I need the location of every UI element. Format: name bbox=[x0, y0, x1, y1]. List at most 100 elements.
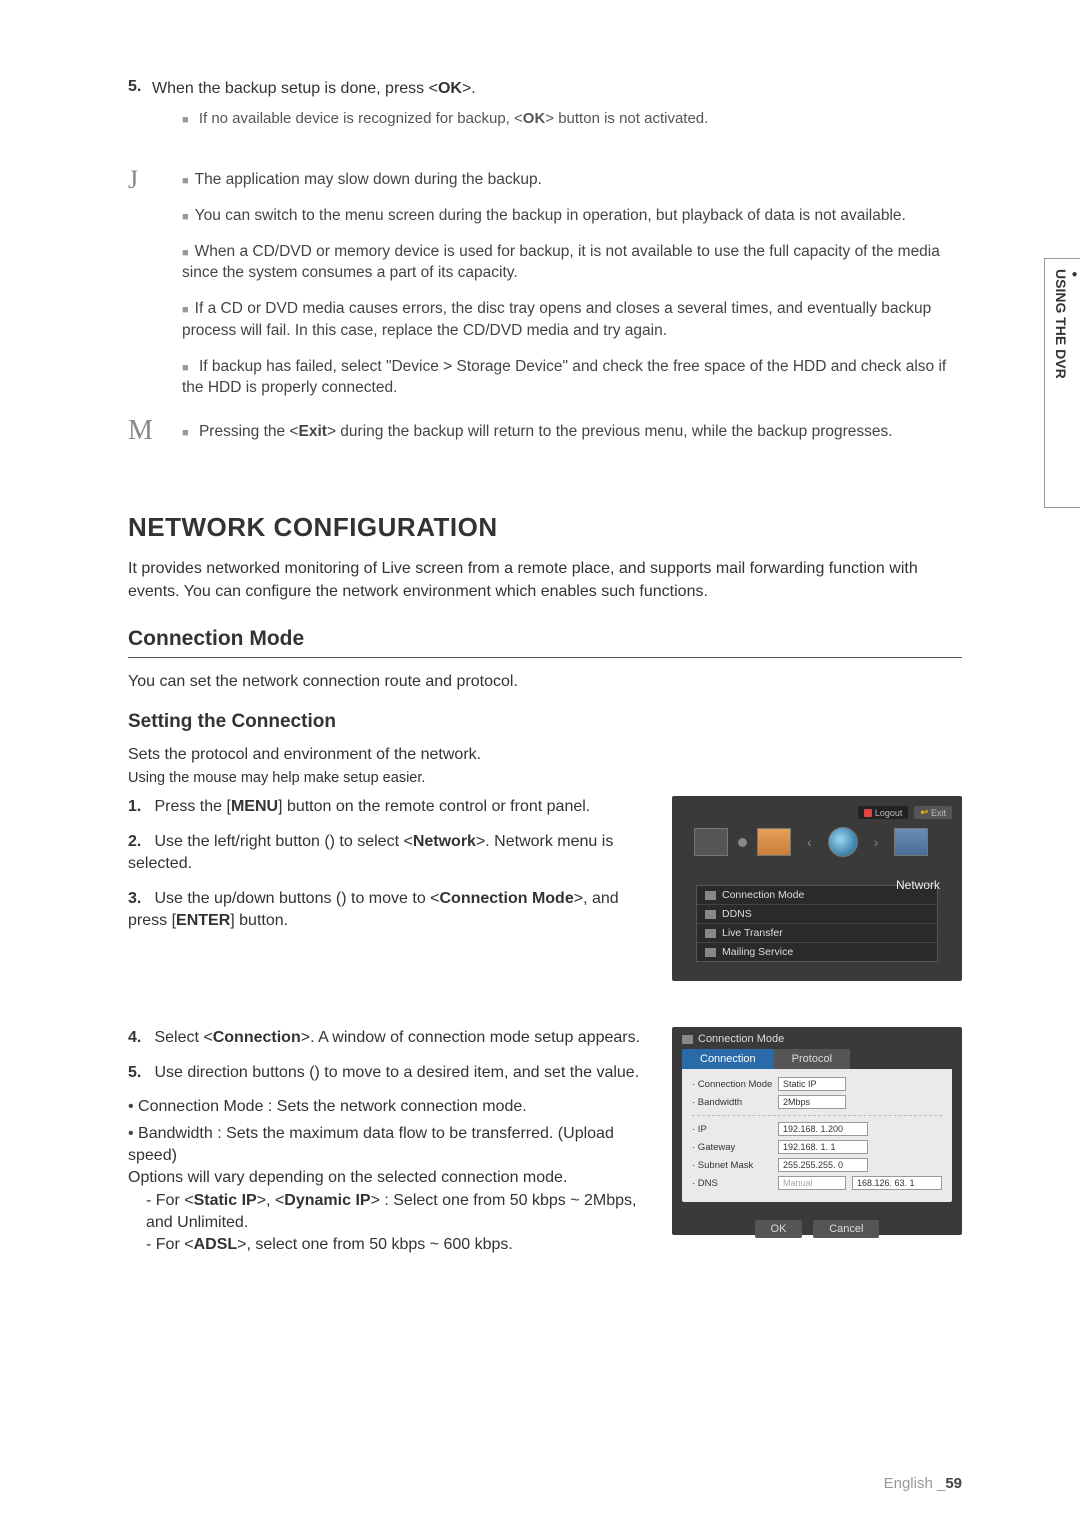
dialog-tabs: Connection Protocol bbox=[672, 1049, 962, 1069]
tab-connection[interactable]: Connection bbox=[682, 1049, 774, 1069]
step-4: 4. Select <Connection>. A window of conn… bbox=[128, 1027, 650, 1049]
row-gateway: · Gateway 192.168. 1. 1 bbox=[692, 1140, 942, 1154]
step-number: 2. bbox=[128, 831, 150, 853]
step-3: 3. Use the up/down buttons () to move to… bbox=[128, 888, 650, 933]
bandwidth-select[interactable]: 2Mbps bbox=[778, 1095, 846, 1109]
network-label: Network bbox=[413, 833, 476, 850]
note-text: When a CD/DVD or memory device is used f… bbox=[182, 243, 940, 282]
step-5-text: When the backup setup is done, press <OK… bbox=[152, 78, 962, 100]
network-submenu: Connection Mode DDNS Live Transfer Maili… bbox=[696, 885, 938, 962]
menu-icon-2[interactable] bbox=[757, 828, 791, 856]
ok-label: OK bbox=[438, 80, 462, 97]
ok-button[interactable]: OK bbox=[755, 1220, 803, 1238]
text-fragment: Device > Storage Device bbox=[391, 358, 562, 375]
step-number: 3. bbox=[128, 888, 150, 910]
ok-label: OK bbox=[523, 110, 546, 127]
static-ip-label: Static IP bbox=[194, 1192, 257, 1209]
connection-mode-label: Connection Mode bbox=[440, 890, 574, 907]
square-bullet-icon: ■ bbox=[182, 175, 189, 187]
step-5b: 5. Use direction buttons () to move to a… bbox=[128, 1062, 650, 1084]
dash-adsl: For <ADSL>, select one from 50 kbps ~ 60… bbox=[146, 1234, 650, 1256]
step-number: 4. bbox=[128, 1027, 150, 1049]
menu-item-label: Mailing Service bbox=[722, 946, 793, 958]
dns-field[interactable]: 168.126. 63. 1 bbox=[852, 1176, 942, 1190]
text-fragment: >. bbox=[462, 80, 476, 97]
form-divider bbox=[692, 1115, 942, 1116]
text-fragment: Use the left/right button ( bbox=[154, 833, 329, 850]
menu-icon-1[interactable] bbox=[694, 828, 728, 856]
dns-mode-select[interactable]: Manual bbox=[778, 1176, 846, 1190]
note-item: ■You can switch to the menu screen durin… bbox=[182, 205, 962, 227]
side-tab: USING THE DVR bbox=[1044, 258, 1080, 508]
note-item: ■ If backup has failed, select "Device >… bbox=[182, 356, 962, 399]
menu-item-ddns[interactable]: DDNS bbox=[697, 905, 937, 924]
row-ip: · IP 192.168. 1.200 bbox=[692, 1122, 942, 1136]
square-bullet-icon: ■ bbox=[182, 427, 189, 439]
network-title: Network bbox=[896, 878, 940, 892]
menu-item-live-transfer[interactable]: Live Transfer bbox=[697, 924, 937, 943]
dialog-footer: OK Cancel bbox=[672, 1220, 962, 1238]
steps-list-1: 1. Press the [MENU] button on the remote… bbox=[128, 796, 650, 932]
dialog-form: · Connection Mode Static IP · Bandwidth … bbox=[682, 1069, 952, 1202]
nav-arrow-left-icon[interactable]: ‹ bbox=[807, 834, 812, 850]
j-icon: J bbox=[128, 165, 176, 195]
row-connection-mode: · Connection Mode Static IP bbox=[692, 1077, 942, 1091]
list-icon bbox=[705, 910, 716, 919]
logout-button[interactable]: Logout bbox=[858, 806, 909, 819]
page-number: 59 bbox=[945, 1475, 962, 1492]
square-bullet-icon: ■ bbox=[182, 114, 189, 126]
caution-block: J ■The application may slow down during … bbox=[128, 169, 962, 413]
bullet-conn-mode: Connection Mode : Sets the network conne… bbox=[128, 1096, 650, 1118]
setting-desc: Sets the protocol and environment of the… bbox=[128, 743, 962, 766]
m-icon: M bbox=[128, 415, 176, 447]
nav-arrow-right-icon[interactable]: › bbox=[874, 834, 879, 850]
text-fragment: ) to select < bbox=[330, 833, 413, 850]
text-fragment: For < bbox=[156, 1236, 194, 1253]
text-fragment: ] button. bbox=[230, 912, 288, 929]
dialog-icon bbox=[682, 1035, 693, 1044]
exit-label: Exit bbox=[299, 423, 327, 440]
menu-label: MENU bbox=[231, 798, 278, 815]
square-bullet-icon: ■ bbox=[182, 362, 189, 374]
note-text: If a CD or DVD media causes errors, the … bbox=[182, 300, 931, 339]
row-subnet: · Subnet Mask 255.255.255. 0 bbox=[692, 1158, 942, 1172]
text-fragment: > during the backup will return to the p… bbox=[327, 423, 893, 440]
network-menu-icon[interactable] bbox=[894, 828, 928, 856]
section-title-network-config: NETWORK CONFIGURATION bbox=[128, 512, 962, 543]
logout-label: Logout bbox=[875, 808, 903, 818]
ip-field[interactable]: 192.168. 1.200 bbox=[778, 1122, 868, 1136]
text-fragment: Select < bbox=[154, 1029, 212, 1046]
text-fragment: Press the [ bbox=[154, 798, 230, 815]
dialog-title-text: Connection Mode bbox=[698, 1033, 784, 1045]
note-item: ■The application may slow down during th… bbox=[182, 169, 962, 191]
setting-hint: Using the mouse may help make setup easi… bbox=[128, 770, 962, 786]
subsection-connection-mode: Connection Mode bbox=[128, 627, 962, 658]
globe-icon[interactable] bbox=[828, 827, 858, 857]
dash-static-dynamic: For <Static IP>, <Dynamic IP> : Select o… bbox=[146, 1190, 650, 1235]
menu-item-mailing-service[interactable]: Mailing Service bbox=[697, 943, 937, 961]
text-fragment: >, select one from 50 kbps ~ 600 kbps. bbox=[237, 1236, 513, 1253]
steps-list-2: 4. Select <Connection>. A window of conn… bbox=[128, 1027, 650, 1084]
return-icon: ↩ bbox=[920, 807, 928, 818]
section-intro: It provides networked monitoring of Live… bbox=[128, 557, 962, 603]
tab-protocol[interactable]: Protocol bbox=[774, 1049, 850, 1069]
text-fragment: When the backup setup is done, press < bbox=[152, 80, 438, 97]
exit-label: Exit bbox=[931, 808, 946, 818]
subnet-field[interactable]: 255.255.255. 0 bbox=[778, 1158, 868, 1172]
note-item: ■ Pressing the <Exit> during the backup … bbox=[182, 421, 962, 443]
text-fragment: >, < bbox=[257, 1192, 285, 1209]
exit-button[interactable]: ↩Exit bbox=[914, 806, 952, 819]
dynamic-ip-label: Dynamic IP bbox=[284, 1192, 370, 1209]
bandwidth-subnote: Options will vary depending on the selec… bbox=[128, 1167, 650, 1189]
subheading-setting: Setting the Connection bbox=[128, 711, 962, 733]
gateway-field[interactable]: 192.168. 1. 1 bbox=[778, 1140, 868, 1154]
bullet-list: Connection Mode : Sets the network conne… bbox=[128, 1096, 650, 1257]
connection-mode-select[interactable]: Static IP bbox=[778, 1077, 846, 1091]
screenshot-network-menu: Logout ↩Exit ‹ › Network Connection Mode… bbox=[672, 796, 962, 981]
row-bandwidth: · Bandwidth 2Mbps bbox=[692, 1095, 942, 1109]
note-item: ■If a CD or DVD media causes errors, the… bbox=[182, 298, 962, 341]
row-dns: · DNS Manual 168.126. 63. 1 bbox=[692, 1176, 942, 1190]
side-tab-label: USING THE DVR bbox=[1053, 269, 1069, 379]
text-fragment: Use direction buttons ( bbox=[154, 1064, 314, 1081]
cancel-button[interactable]: Cancel bbox=[813, 1220, 879, 1238]
